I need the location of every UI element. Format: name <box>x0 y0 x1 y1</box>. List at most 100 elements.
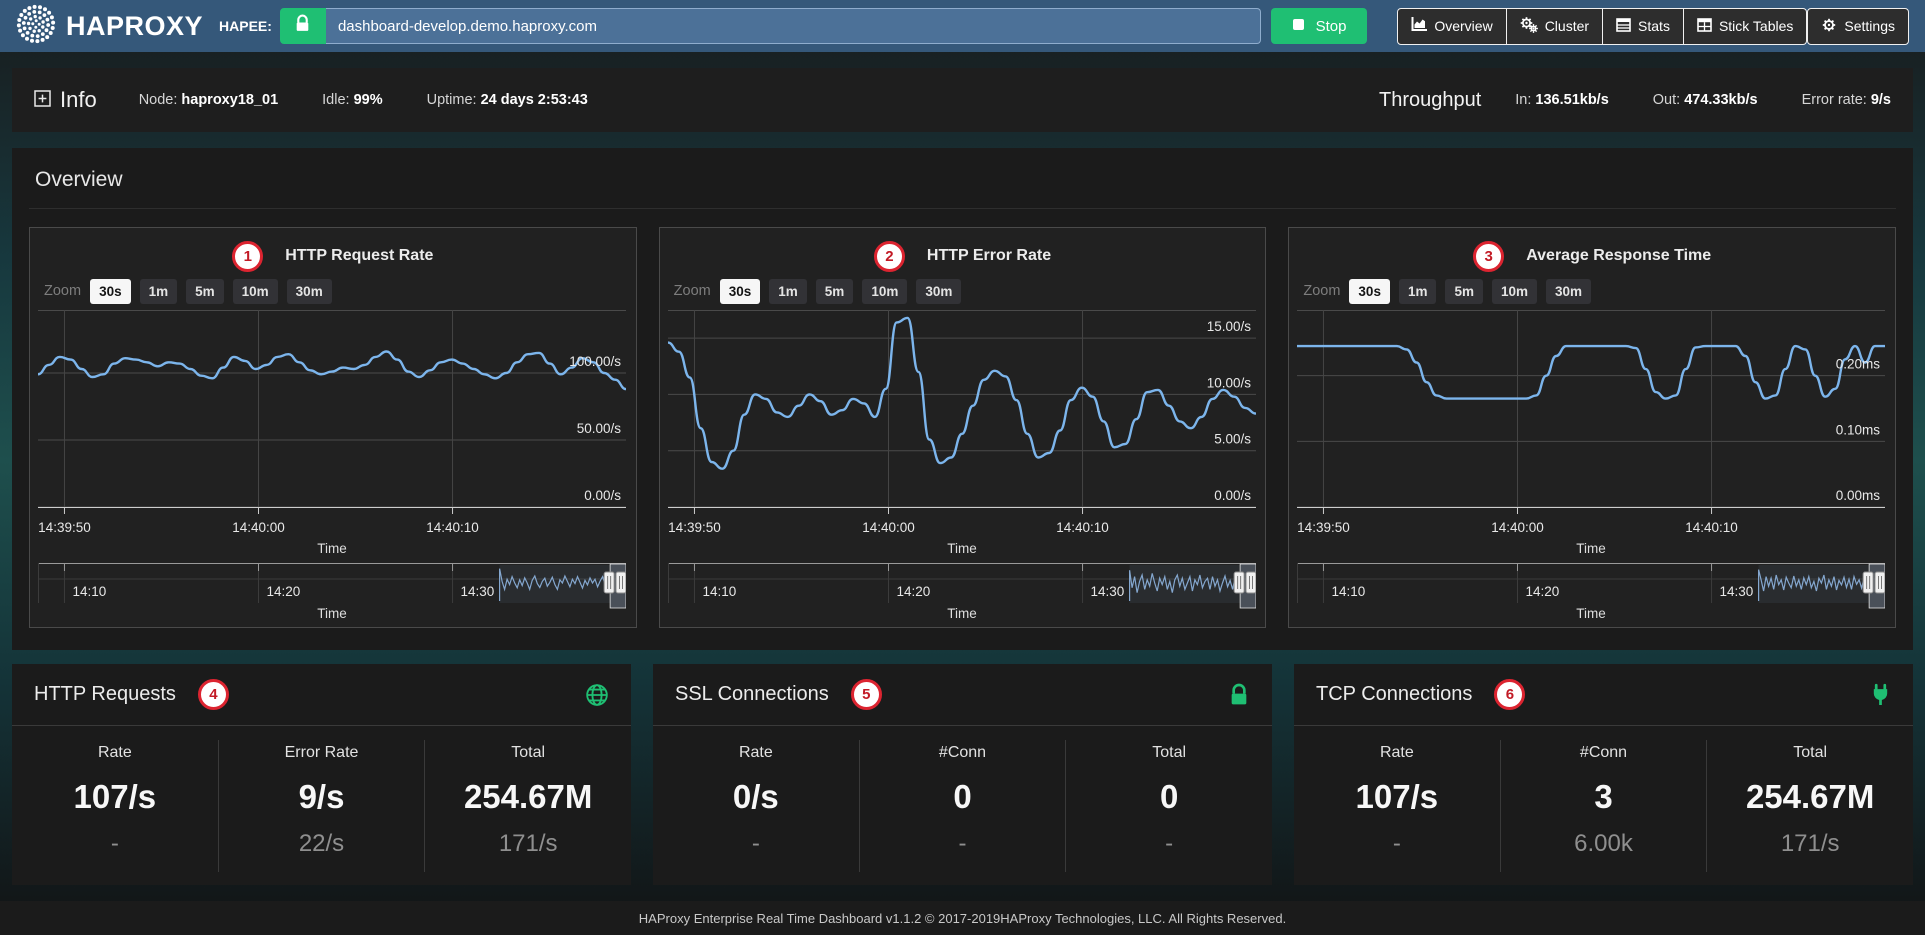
info-field: Uptime:24 days 2:53:43 <box>427 92 588 108</box>
chart-title: Average Response Time <box>1526 247 1711 265</box>
metric-value: 0/s <box>653 778 859 816</box>
zoom-option-30m[interactable]: 30m <box>1546 279 1591 304</box>
svg-text:Time: Time <box>947 541 977 556</box>
metric-subvalue: - <box>653 830 859 858</box>
haproxy-brand: HAPROXY <box>16 4 203 49</box>
lock-icon <box>294 14 311 38</box>
metric-label: Rate <box>12 744 218 762</box>
lock-icon <box>1228 683 1250 707</box>
zoom-option-1m[interactable]: 1m <box>769 279 807 304</box>
chart-svg: 0.00ms0.10ms0.20ms14:39:5014:40:0014:40:… <box>1297 310 1885 623</box>
brand-name: HAPROXY <box>66 11 203 42</box>
annotation-badge: 4 <box>198 679 229 710</box>
zoom-option-5m[interactable]: 5m <box>186 279 224 304</box>
card-title: HTTP Requests <box>34 683 176 706</box>
info-expander[interactable]: Info <box>34 87 97 113</box>
zoom-option-10m[interactable]: 10m <box>862 279 907 304</box>
zoom-option-1m[interactable]: 1m <box>1399 279 1437 304</box>
svg-text:0.20ms: 0.20ms <box>1836 357 1881 372</box>
svg-text:14:10: 14:10 <box>72 584 106 599</box>
field-label: Node: <box>139 92 178 108</box>
svg-text:0.00ms: 0.00ms <box>1836 488 1881 503</box>
zoom-option-5m[interactable]: 5m <box>1445 279 1483 304</box>
svg-text:14:10: 14:10 <box>702 584 736 599</box>
top-navbar: HAPROXY HAPEE: Stop OverviewClusterStats… <box>0 0 1925 52</box>
field-label: Idle: <box>322 92 349 108</box>
zoom-row: Zoom30s1m5m10m30m <box>38 276 628 310</box>
zoom-option-5m[interactable]: 5m <box>816 279 854 304</box>
nav-button-label: Stick Tables <box>1719 18 1793 34</box>
ssl-lock-button[interactable] <box>280 8 326 44</box>
info-field: Node:haproxy18_01 <box>139 92 278 108</box>
svg-text:Time: Time <box>1577 606 1607 621</box>
chart-canvas: 0.00/s5.00/s10.00/s15.00/s14:39:5014:40:… <box>668 310 1258 628</box>
zoom-option-30s[interactable]: 30s <box>90 279 131 304</box>
card-header: SSL Connections 5 <box>653 664 1272 726</box>
metric-column--conn: #Conn36.00k <box>1500 740 1707 872</box>
table-icon <box>1616 18 1631 35</box>
svg-text:14:10: 14:10 <box>1332 584 1366 599</box>
navigator-handle[interactable] <box>1875 572 1885 593</box>
zoom-label: Zoom <box>674 283 711 299</box>
card-header: HTTP Requests 4 <box>12 664 631 726</box>
nav-button-stats[interactable]: Stats <box>1603 8 1684 45</box>
chart-panel-http-error-rate: 2HTTP Error RateZoom30s1m5m10m30m0.00/s5… <box>659 227 1267 628</box>
stop-button[interactable]: Stop <box>1271 8 1368 44</box>
dashboard-url-input[interactable] <box>326 8 1261 44</box>
metric-column-rate: Rate107/s- <box>1294 740 1500 872</box>
metric-label: #Conn <box>1501 744 1707 762</box>
zoom-option-10m[interactable]: 10m <box>1492 279 1537 304</box>
chart-navigator[interactable]: 14:1014:2014:30 <box>668 563 1256 608</box>
card-metrics: Rate0/s-#Conn0-Total0- <box>653 726 1272 872</box>
svg-text:14:40:00: 14:40:00 <box>232 520 285 535</box>
settings-button[interactable]: Settings <box>1807 8 1909 45</box>
zoom-option-30s[interactable]: 30s <box>720 279 761 304</box>
navigator-handle[interactable] <box>604 572 614 593</box>
throughput-group: Throughput In:136.51kb/sOut:474.33kb/sEr… <box>1379 89 1891 112</box>
chart-navigator[interactable]: 14:1014:2014:30 <box>38 563 626 608</box>
zoom-row: Zoom30s1m5m10m30m <box>1297 276 1887 310</box>
svg-text:14:40:10: 14:40:10 <box>1686 520 1739 535</box>
field-value: 9/s <box>1871 92 1891 108</box>
svg-text:0.00/s: 0.00/s <box>1214 488 1251 503</box>
nav-button-stick-tables[interactable]: Stick Tables <box>1684 8 1807 45</box>
nav-button-overview[interactable]: Overview <box>1397 8 1506 45</box>
series-line <box>38 352 626 390</box>
metric-subvalue: 171/s <box>1707 830 1913 858</box>
card-title: SSL Connections <box>675 683 829 706</box>
zoom-option-30m[interactable]: 30m <box>287 279 332 304</box>
navigator-handle[interactable] <box>1234 572 1244 593</box>
annotation-badge: 5 <box>851 679 882 710</box>
field-value: 474.33kb/s <box>1684 92 1757 108</box>
nav-button-cluster[interactable]: Cluster <box>1507 8 1603 45</box>
throughput-field: In:136.51kb/s <box>1515 92 1609 108</box>
card-ssl-connections: SSL Connections5Rate0/s-#Conn0-Total0- <box>653 664 1272 885</box>
charts-row: 1HTTP Request RateZoom30s1m5m10m30m0.00/… <box>29 227 1896 628</box>
svg-text:14:20: 14:20 <box>267 584 301 599</box>
metric-subvalue: 171/s <box>425 830 631 858</box>
metric-column-total: Total254.67M171/s <box>424 740 631 872</box>
grid-icon <box>1697 18 1712 35</box>
throughput-field: Error rate:9/s <box>1802 92 1891 108</box>
navigator-handle[interactable] <box>1863 572 1873 593</box>
nav-button-label: Cluster <box>1545 18 1589 34</box>
gears-icon <box>1520 16 1538 36</box>
zoom-option-10m[interactable]: 10m <box>233 279 278 304</box>
settings-label: Settings <box>1844 18 1895 34</box>
metric-value: 107/s <box>12 778 218 816</box>
metric-label: Total <box>1066 744 1272 762</box>
navigator-handle[interactable] <box>616 572 626 593</box>
annotation-badge: 2 <box>874 241 905 272</box>
info-title-label: Info <box>60 87 97 113</box>
zoom-option-1m[interactable]: 1m <box>140 279 178 304</box>
chart-navigator[interactable]: 14:1014:2014:30 <box>1297 563 1885 608</box>
svg-text:14:20: 14:20 <box>1526 584 1560 599</box>
navigator-handle[interactable] <box>1246 572 1256 593</box>
svg-text:14:40:10: 14:40:10 <box>426 520 479 535</box>
metric-subvalue: - <box>860 830 1066 858</box>
zoom-option-30m[interactable]: 30m <box>916 279 961 304</box>
zoom-option-30s[interactable]: 30s <box>1349 279 1390 304</box>
card-tcp-connections: TCP Connections6Rate107/s-#Conn36.00kTot… <box>1294 664 1913 885</box>
nav-button-label: Stats <box>1638 18 1670 34</box>
card-http-requests: HTTP Requests4Rate107/s-Error Rate9/s22/… <box>12 664 631 885</box>
